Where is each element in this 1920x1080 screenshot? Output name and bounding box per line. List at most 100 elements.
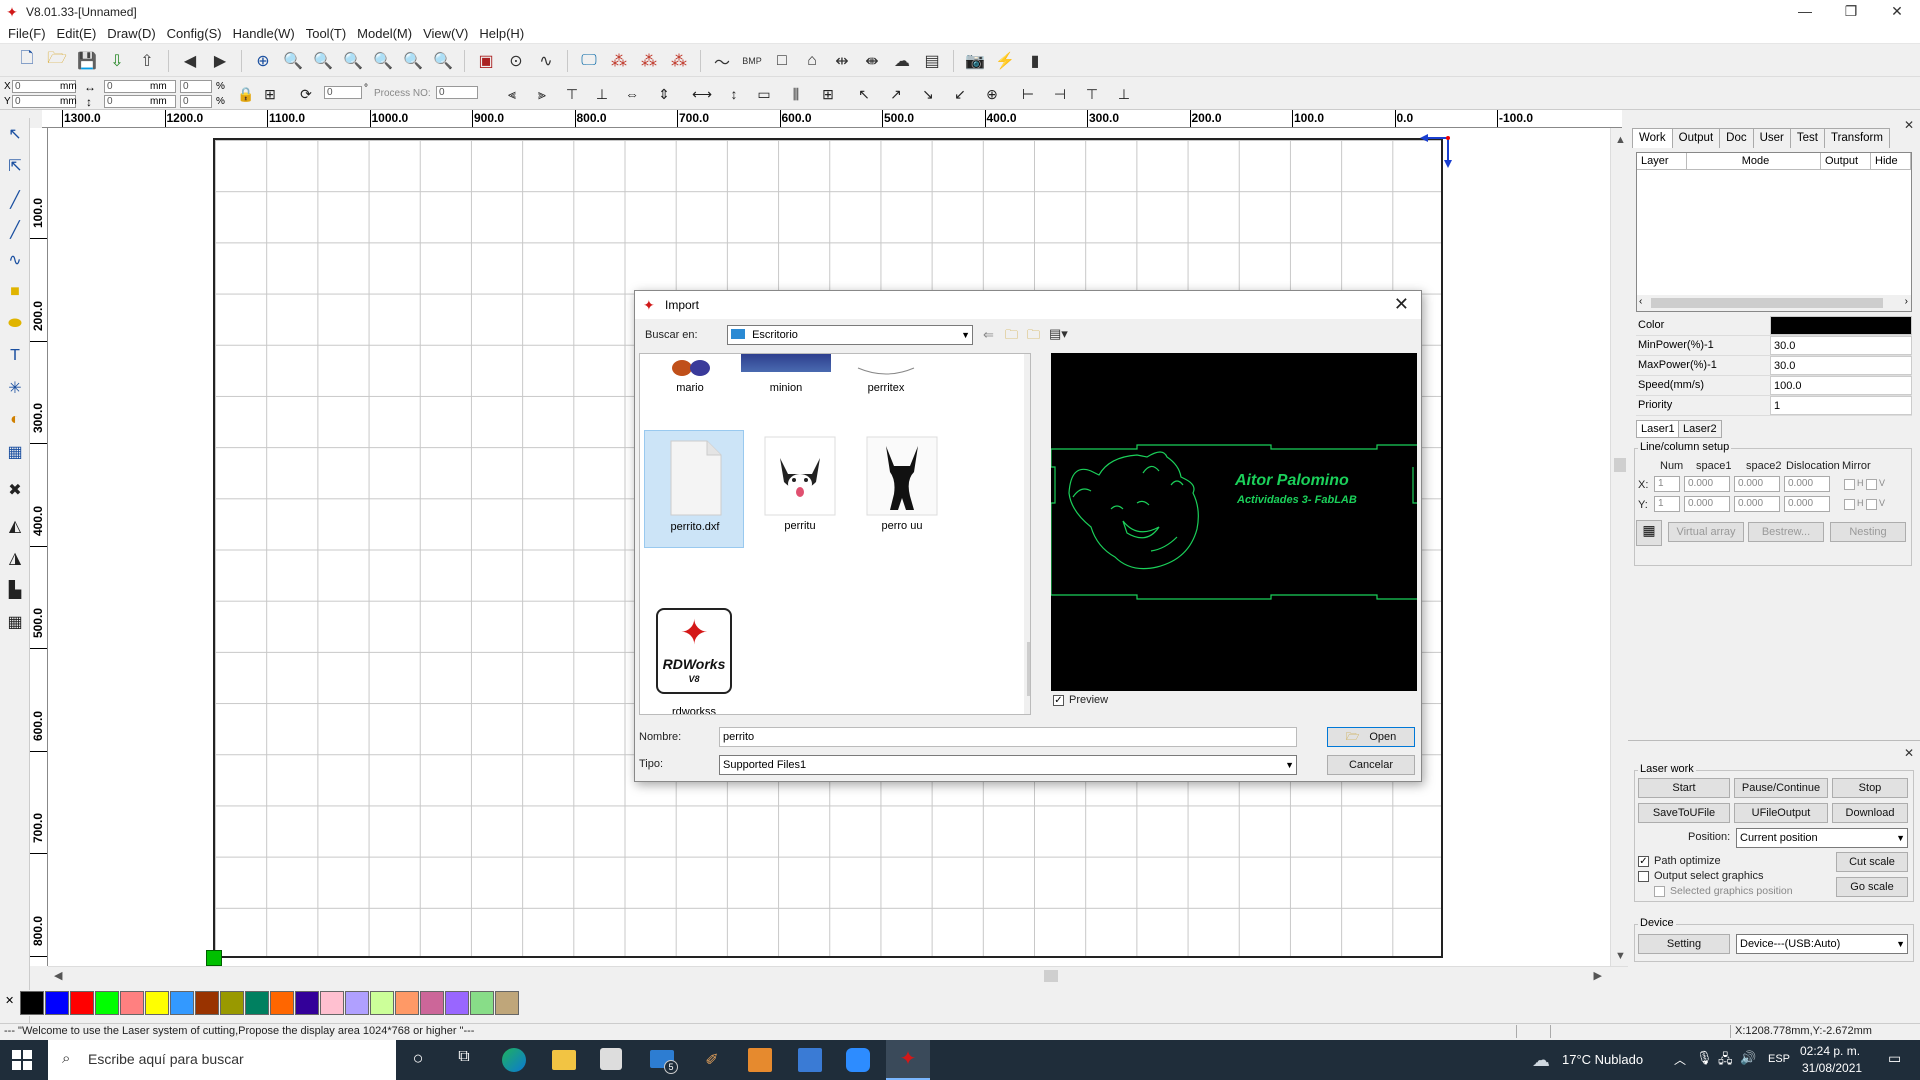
- undo-icon[interactable]: ◀: [178, 49, 202, 73]
- color-swatch[interactable]: [70, 991, 94, 1015]
- file-item-perritex[interactable]: perritex: [836, 354, 936, 412]
- color-swatch[interactable]: [20, 991, 44, 1015]
- back-arrow-icon[interactable]: ⇐: [983, 327, 994, 343]
- zoom-pan-icon[interactable]: ⊕: [251, 49, 275, 73]
- tab-user[interactable]: User: [1752, 128, 1791, 148]
- curve-smooth-icon[interactable]: 〜: [710, 49, 734, 73]
- laser-pen-icon[interactable]: ⚡: [993, 49, 1017, 73]
- file-item-perro-uu[interactable]: perro uu: [852, 430, 952, 550]
- move-br-icon[interactable]: ↘: [916, 82, 940, 106]
- node-edit-icon[interactable]: ⊙: [504, 49, 528, 73]
- move-center-icon[interactable]: ⊕: [980, 82, 1004, 106]
- file-item-rdworkss[interactable]: ✦ RDWorks V8 rdworkss: [644, 608, 744, 714]
- process-no-input[interactable]: 0: [436, 86, 478, 99]
- color-swatch[interactable]: [445, 991, 469, 1015]
- file-item-perrito-dxf[interactable]: perrito.dxf: [644, 430, 744, 548]
- network-icon[interactable]: 🖧: [1718, 1050, 1733, 1072]
- monitor-icon[interactable]: 🖵: [577, 49, 601, 73]
- same-height-icon[interactable]: ↕: [722, 82, 746, 106]
- tab-test[interactable]: Test: [1789, 128, 1825, 148]
- y-num-input[interactable]: 1: [1654, 496, 1680, 512]
- y-space1-input[interactable]: 0.000: [1684, 496, 1730, 512]
- zoom-in-icon[interactable]: 🔍: [281, 49, 305, 73]
- node-edit-tool-icon[interactable]: ⇱: [3, 154, 27, 178]
- align-bottom-icon[interactable]: ⊥: [590, 82, 614, 106]
- delete-tool-icon[interactable]: ✖: [3, 478, 27, 502]
- anchor-point-icon[interactable]: ⊞: [258, 82, 282, 106]
- color-swatch[interactable]: [170, 991, 194, 1015]
- rotate-input[interactable]: 0: [324, 86, 362, 99]
- prop-minpower-value[interactable]: 30.0: [1770, 336, 1912, 355]
- layer-table[interactable]: Layer Mode Output Hide ‹ ›: [1636, 152, 1912, 312]
- align-top-icon[interactable]: ⊤: [560, 82, 584, 106]
- notification-icon[interactable]: ▭: [1888, 1050, 1901, 1067]
- color-swatch[interactable]: [420, 991, 444, 1015]
- y-mirror-v-checkbox[interactable]: [1866, 499, 1877, 510]
- camera-icon[interactable]: 📷: [963, 49, 987, 73]
- h-distribute-icon[interactable]: ⫼: [784, 82, 808, 106]
- y-dislocation-input[interactable]: 0.000: [1784, 496, 1830, 512]
- weather-text[interactable]: 17°C Nublado: [1562, 1052, 1643, 1067]
- same-size-icon[interactable]: ▭: [752, 82, 776, 106]
- file-list-scrollbar[interactable]: ▲ ▼: [1024, 354, 1030, 714]
- flip-v-icon[interactable]: ◮: [3, 546, 27, 570]
- look-in-select[interactable]: Escritorio ▼: [727, 325, 973, 345]
- move-tr-icon[interactable]: ↗: [884, 82, 908, 106]
- menu-draw[interactable]: Draw(D): [105, 26, 164, 41]
- prop-maxpower-value[interactable]: 30.0: [1770, 356, 1912, 375]
- tab-laser1[interactable]: Laser1: [1636, 420, 1680, 438]
- ufile-output-button[interactable]: UFileOutput: [1734, 803, 1828, 823]
- canvas-vertical-scrollbar[interactable]: ▲ ▼: [1610, 128, 1628, 966]
- color-swatch[interactable]: [120, 991, 144, 1015]
- color-swatch[interactable]: [395, 991, 419, 1015]
- clock-time[interactable]: 02:24 p. m.: [1800, 1044, 1860, 1058]
- go-scale-button[interactable]: Go scale: [1836, 877, 1908, 897]
- setting-button[interactable]: Setting: [1638, 934, 1730, 954]
- tab-transform[interactable]: Transform: [1823, 128, 1890, 148]
- close-button[interactable]: ✕: [1874, 0, 1920, 24]
- page-align-icon[interactable]: ⊞: [816, 82, 840, 106]
- widgets-icon[interactable]: ⧉: [452, 1048, 476, 1072]
- offset-icon[interactable]: ▤: [920, 49, 944, 73]
- x-space2-input[interactable]: 0.000: [1734, 476, 1780, 492]
- menu-tool[interactable]: Tool(T): [304, 26, 355, 41]
- align-hcenter-icon[interactable]: ⇔: [620, 82, 644, 106]
- virtual-array-button[interactable]: Virtual array: [1668, 522, 1744, 542]
- rdworks-taskbar-icon[interactable]: ✦: [886, 1040, 930, 1080]
- no-color-icon[interactable]: ✕: [5, 994, 14, 1007]
- same-width-icon[interactable]: ⟷: [690, 82, 714, 106]
- lock-ratio-icon[interactable]: 🔒: [234, 82, 258, 106]
- export-icon[interactable]: ⇧: [135, 49, 159, 73]
- path-optimize-checkbox[interactable]: ✓: [1638, 856, 1649, 867]
- align-left-icon[interactable]: ⫷: [500, 82, 524, 106]
- app-icon-1[interactable]: ✐: [700, 1050, 724, 1070]
- file-name-input[interactable]: perrito: [719, 727, 1297, 747]
- align-vcenter-icon[interactable]: ⇕: [652, 82, 676, 106]
- scale-y-input[interactable]: 0: [180, 95, 212, 108]
- color-swatch[interactable]: [45, 991, 69, 1015]
- distribute-h-icon[interactable]: ⇹: [830, 49, 854, 73]
- rotate-icon[interactable]: ⟳: [294, 82, 318, 106]
- position-select[interactable]: Current position ▼: [1736, 828, 1908, 848]
- menu-help[interactable]: Help(H): [477, 26, 533, 41]
- rectangle-tool-icon[interactable]: ■: [3, 280, 27, 304]
- selected-position-checkbox[interactable]: [1654, 886, 1665, 897]
- tab-doc[interactable]: Doc: [1719, 128, 1754, 148]
- x-space1-input[interactable]: 0.000: [1684, 476, 1730, 492]
- nesting-button[interactable]: Nesting: [1830, 522, 1906, 542]
- curve-tool-icon[interactable]: ∿: [3, 248, 27, 272]
- select-arrow-icon[interactable]: ↖: [3, 122, 27, 146]
- menu-file[interactable]: File(F): [6, 26, 55, 41]
- preview-checkbox[interactable]: ✓: [1053, 695, 1064, 706]
- file-type-select[interactable]: Supported Files1 ▼: [719, 755, 1297, 775]
- file-explorer-icon[interactable]: [552, 1050, 576, 1070]
- bestrew-button[interactable]: Bestrew...: [1748, 522, 1824, 542]
- x-mirror-v-checkbox[interactable]: [1866, 479, 1877, 490]
- device-select[interactable]: Device---(USB:Auto) ▼: [1736, 934, 1908, 954]
- volume-icon[interactable]: 🔊: [1740, 1050, 1756, 1066]
- tab-output[interactable]: Output: [1671, 128, 1721, 148]
- file-item-minion[interactable]: minion: [736, 354, 836, 412]
- array-grid-icon[interactable]: ▦: [1636, 520, 1662, 546]
- color-swatch[interactable]: [145, 991, 169, 1015]
- menu-view[interactable]: View(V): [421, 26, 477, 41]
